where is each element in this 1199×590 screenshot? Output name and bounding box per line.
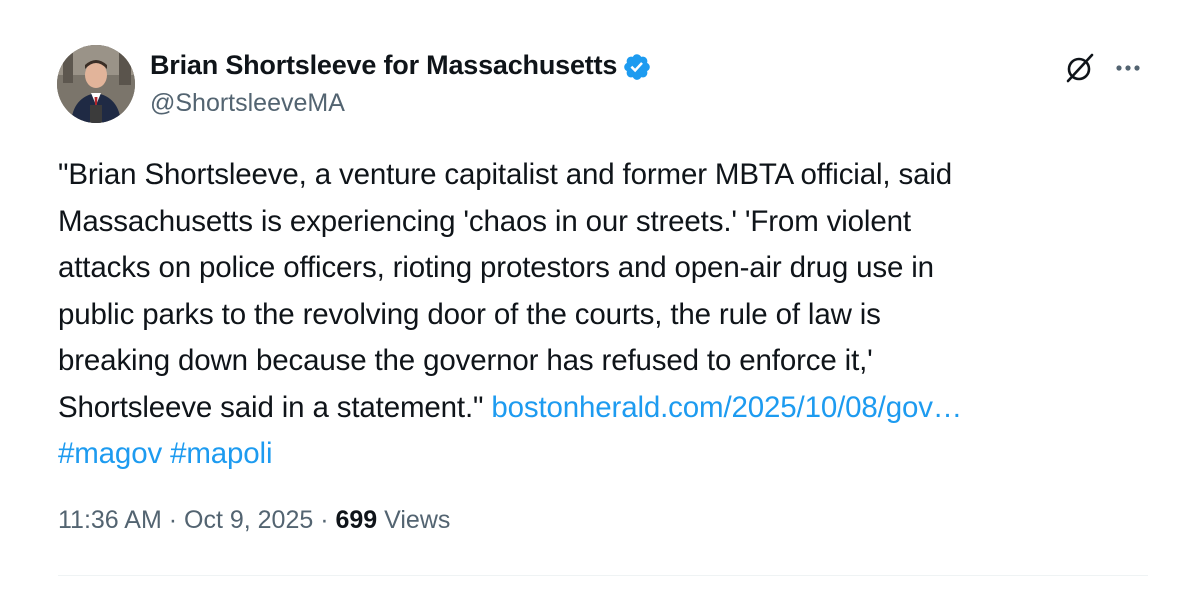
tweet-meta: 11:36 AM · Oct 9, 2025 · 699 Views: [58, 506, 450, 535]
hashtag-line: #magov #mapoli: [58, 431, 1158, 478]
avatar[interactable]: [57, 45, 135, 123]
avatar-photo: [57, 45, 135, 123]
divider: [58, 575, 1148, 576]
views-label: Views: [377, 506, 451, 534]
author-handle[interactable]: @ShortsleeveMA: [150, 89, 345, 118]
author-name-row: Brian Shortsleeve for Massachusetts: [150, 50, 652, 81]
tweet-text: "Brian Shortsleeve, a venture capitalist…: [58, 152, 1158, 478]
author-display-name[interactable]: Brian Shortsleeve for Massachusetts: [150, 50, 617, 81]
tweet-text-line: Shortsleeve said in a statement.": [58, 390, 492, 424]
tweet-card: Brian Shortsleeve for Massachusetts @Sho…: [0, 0, 1199, 590]
views-count: 699: [335, 506, 378, 534]
tweet-text-line: breaking down because the governor has r…: [58, 344, 873, 377]
article-link[interactable]: bostonherald.com/2025/10/08/gov…: [491, 391, 962, 424]
tweet-text-last-line: Shortsleeve said in a statement." boston…: [58, 385, 1158, 432]
verified-badge-icon[interactable]: [622, 52, 652, 82]
meta-separator: ·: [313, 506, 336, 534]
meta-separator: ·: [161, 506, 184, 534]
hashtag-mapoli[interactable]: #mapoli: [170, 437, 272, 470]
tweet-text-line: public parks to the revolving door of th…: [58, 297, 881, 331]
tweet-text-line: Massachusetts is experiencing 'chaos in …: [58, 204, 911, 238]
hashtag-magov[interactable]: #magov: [58, 437, 162, 470]
grok-icon[interactable]: [1063, 51, 1097, 85]
timestamp-time[interactable]: 11:36 AM: [58, 506, 162, 534]
more-horizontal-icon[interactable]: [1112, 52, 1144, 84]
tweet-text-line: "Brian Shortsleeve, a venture capitalist…: [58, 158, 952, 191]
tweet-text-line: attacks on police officers, rioting prot…: [58, 251, 934, 284]
timestamp-date[interactable]: Oct 9, 2025: [184, 506, 313, 534]
